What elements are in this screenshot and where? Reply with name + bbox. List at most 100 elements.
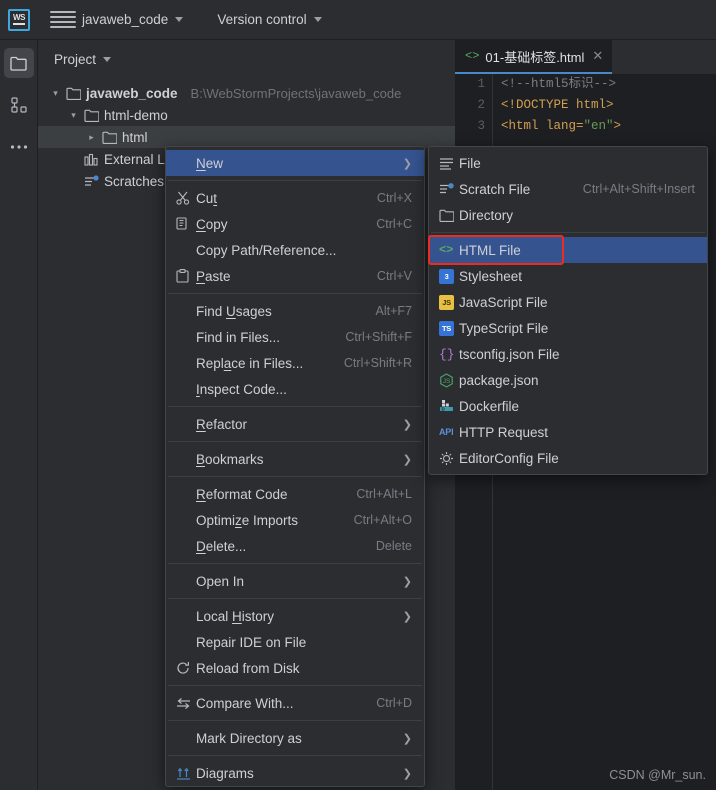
context-menu-item-inspect-code[interactable]: Inspect Code... xyxy=(166,376,424,402)
paste-icon xyxy=(176,269,196,283)
context-menu-item-find-in-files[interactable]: Find in Files... Ctrl+Shift+F xyxy=(166,324,424,350)
top-bar: WS javaweb_code Version control xyxy=(0,0,716,40)
project-panel-header[interactable]: Project xyxy=(38,40,455,78)
diagrams-icon xyxy=(176,767,196,780)
context-menu-item-copy-path-reference[interactable]: Copy Path/Reference... xyxy=(166,237,424,263)
version-control-selector[interactable]: Version control xyxy=(211,8,327,31)
submenu-item-file[interactable]: File xyxy=(429,150,707,176)
stylesheet-icon: 3 xyxy=(439,268,459,284)
scratches-icon xyxy=(84,174,99,188)
tree-item-javaweb-code[interactable]: ▾ javaweb_code B:\WebStormProjects\javaweb… xyxy=(38,82,455,104)
menu-item-shortcut: Ctrl+Alt+L xyxy=(356,487,412,501)
menu-item-label: HTML File xyxy=(459,242,521,258)
context-menu-item-compare-with[interactable]: Compare With... Ctrl+D xyxy=(166,690,424,716)
tree-item-label: html xyxy=(122,129,148,145)
context-menu-item-copy[interactable]: Copy Ctrl+C xyxy=(166,211,424,237)
context-menu-item-new[interactable]: New ❯ xyxy=(166,150,424,176)
submenu-item-http-request[interactable]: API HTTP Request xyxy=(429,419,707,445)
context-menu-item-reformat-code[interactable]: Reformat Code Ctrl+Alt+L xyxy=(166,481,424,507)
copy-icon xyxy=(176,217,196,231)
menu-item-label: Mark Directory as xyxy=(196,730,302,746)
menu-item-label: Copy xyxy=(196,216,228,232)
directory-icon xyxy=(439,209,459,222)
chevron-down-icon[interactable]: ▾ xyxy=(68,110,79,121)
version-control-label: Version control xyxy=(217,12,307,27)
submenu-item-stylesheet[interactable]: 3 Stylesheet xyxy=(429,263,707,289)
menu-item-shortcut: Ctrl+Alt+O xyxy=(353,513,412,527)
tree-item-html-demo[interactable]: ▾ html-demo xyxy=(38,104,455,126)
context-menu-item-optimize-imports[interactable]: Optimize Imports Ctrl+Alt+O xyxy=(166,507,424,533)
submenu-item-javascript-file[interactable]: JS JavaScript File xyxy=(429,289,707,315)
structure-icon[interactable] xyxy=(4,90,34,120)
editor-tab[interactable]: <> 01-基础标签.html ✕ xyxy=(455,40,613,74)
context-menu-item-paste[interactable]: Paste Ctrl+V xyxy=(166,263,424,289)
menu-item-label: Compare With... xyxy=(196,695,294,711)
menu-item-label: Reformat Code xyxy=(196,486,288,502)
context-menu-item-reload-from-disk[interactable]: Reload from Disk xyxy=(166,655,424,681)
menu-item-shortcut: Ctrl+C xyxy=(376,217,412,231)
context-menu-item-open-in[interactable]: Open In ❯ xyxy=(166,568,424,594)
context-menu-item-mark-directory-as[interactable]: Mark Directory as ❯ xyxy=(166,725,424,751)
code-lines: <!--html5标识--> <!DOCTYPE html> <html lang=… xyxy=(501,74,621,137)
submenu-item-dockerfile[interactable]: D Dockerfile xyxy=(429,393,707,419)
svg-text:JS: JS xyxy=(443,378,451,385)
chevron-right-icon: ❯ xyxy=(402,732,412,745)
menu-item-label: tsconfig.json File xyxy=(459,346,560,362)
menu-separator xyxy=(168,476,422,477)
http-request-icon: API xyxy=(439,427,454,437)
context-menu-item-diagrams[interactable]: Diagrams ❯ xyxy=(166,760,424,786)
typescript-file-icon: TS xyxy=(439,320,459,336)
menu-item-shortcut: Ctrl+D xyxy=(376,696,412,710)
submenu-item-html-file[interactable]: <> HTML File xyxy=(429,237,707,263)
menu-item-label: JavaScript File xyxy=(459,294,548,310)
highlighted-item-wrapper: <> HTML File xyxy=(428,235,707,265)
tsconfig-icon: {} xyxy=(439,346,455,362)
submenu-item-package-json[interactable]: JS package.json xyxy=(429,367,707,393)
context-menu-item-replace-in-files[interactable]: Replace in Files... Ctrl+Shift+R xyxy=(166,350,424,376)
webstorm-logo-text: WS xyxy=(13,13,25,22)
menu-item-shortcut: Ctrl+X xyxy=(376,191,412,205)
submenu-item-directory[interactable]: Directory xyxy=(429,202,707,228)
menu-item-label: Cut xyxy=(196,190,218,206)
context-menu-item-refactor[interactable]: Refactor ❯ xyxy=(166,411,424,437)
menu-separator xyxy=(168,441,422,442)
project-panel-title: Project xyxy=(54,51,97,67)
context-menu[interactable]: New ❯ Cut Ctrl+X Copy Ctrl+C Copy Path/Referen… xyxy=(165,146,425,787)
context-menu-item-repair-ide-on-file[interactable]: Repair IDE on File xyxy=(166,629,424,655)
menu-item-label: TypeScript File xyxy=(459,320,549,336)
menu-item-shortcut: Ctrl+Shift+F xyxy=(345,330,412,344)
menu-separator xyxy=(431,232,705,233)
new-file-submenu[interactable]: File Scratch File Ctrl+Alt+Shift+Insert Dir… xyxy=(428,146,708,475)
tree-item-html[interactable]: ▸ html xyxy=(38,126,455,148)
menu-separator xyxy=(168,685,422,686)
context-menu-item-delete[interactable]: Delete... Delete xyxy=(166,533,424,559)
chevron-right-icon: ❯ xyxy=(402,453,412,466)
context-menu-item-cut[interactable]: Cut Ctrl+X xyxy=(166,185,424,211)
tree-item-label: html-demo xyxy=(104,107,168,123)
submenu-item-tsconfig-json-file[interactable]: {} tsconfig.json File xyxy=(429,341,707,367)
hamburger-icon[interactable] xyxy=(50,11,76,28)
menu-item-shortcut: Ctrl+Alt+Shift+Insert xyxy=(582,182,695,196)
close-icon[interactable]: ✕ xyxy=(592,48,603,64)
context-menu-item-local-history[interactable]: Local History ❯ xyxy=(166,603,424,629)
editor-tab-strip: <> 01-基础标签.html ✕ xyxy=(455,40,716,74)
submenu-item-editorconfig-file[interactable]: EditorConfig File xyxy=(429,445,707,471)
menu-item-label: Inspect Code... xyxy=(196,381,287,397)
chevron-right-icon[interactable]: ▸ xyxy=(86,132,97,143)
menu-separator xyxy=(168,406,422,407)
submenu-item-scratch-file[interactable]: Scratch File Ctrl+Alt+Shift+Insert xyxy=(429,176,707,202)
chevron-down-icon[interactable]: ▾ xyxy=(50,88,61,99)
project-selector[interactable]: javaweb_code xyxy=(76,8,189,31)
context-menu-item-find-usages[interactable]: Find Usages Alt+F7 xyxy=(166,298,424,324)
chevron-right-icon: ❯ xyxy=(402,157,412,170)
cut-icon xyxy=(176,191,196,205)
menu-item-label: File xyxy=(459,155,481,171)
code-line: <!--html5标识--> xyxy=(501,74,621,95)
menu-item-label: Find in Files... xyxy=(196,329,281,345)
submenu-item-typescript-file[interactable]: TS TypeScript File xyxy=(429,315,707,341)
project-icon[interactable] xyxy=(3,48,34,78)
code-token: <html lang= xyxy=(501,119,584,133)
menu-separator xyxy=(168,755,422,756)
context-menu-item-bookmarks[interactable]: Bookmarks ❯ xyxy=(166,446,424,472)
more-icon[interactable] xyxy=(4,132,34,162)
